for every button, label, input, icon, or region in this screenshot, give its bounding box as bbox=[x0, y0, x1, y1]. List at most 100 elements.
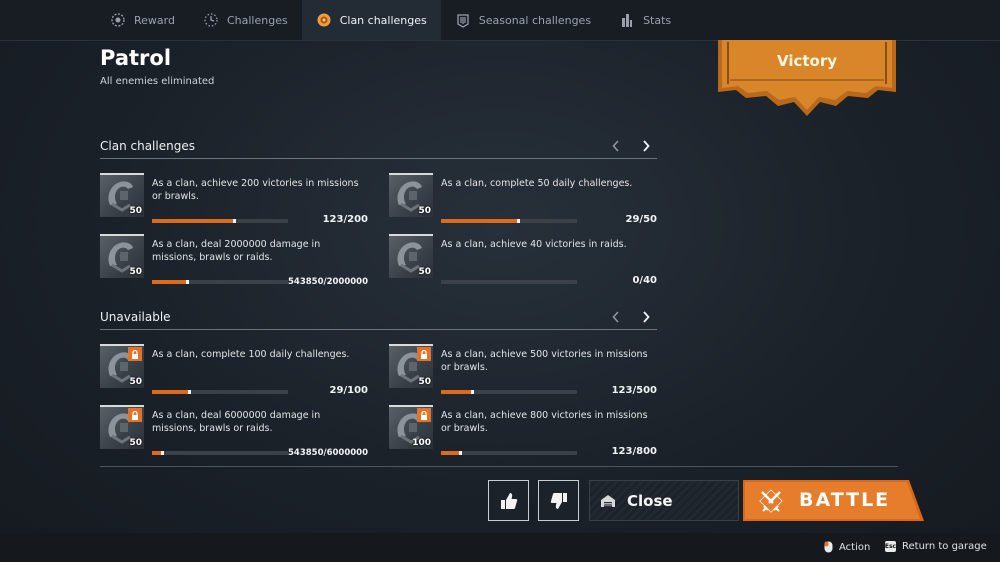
like-button[interactable] bbox=[488, 480, 529, 521]
challenge-thumbnail: 50 bbox=[389, 234, 433, 278]
challenge-description: As a clan, complete 50 daily challenges. bbox=[441, 178, 633, 189]
challenge-level: 50 bbox=[129, 206, 142, 216]
mission-title: Patrol bbox=[100, 46, 172, 70]
clan-challenges-header: Clan challenges bbox=[100, 137, 657, 159]
challenge-progress-bar bbox=[152, 219, 288, 223]
progress-fill bbox=[152, 280, 189, 284]
chevron-right-icon bbox=[643, 140, 650, 152]
progress-tip bbox=[459, 451, 462, 455]
challenge-progress-text: 543850/2000000 bbox=[288, 277, 368, 287]
stats-icon bbox=[619, 12, 635, 28]
challenge-card[interactable]: 50 As a clan, achieve 40 victories in ra… bbox=[389, 234, 657, 290]
challenge-description: As a clan, achieve 40 victories in raids… bbox=[441, 239, 627, 250]
challenge-progress-bar bbox=[441, 280, 577, 284]
challenge-level: 50 bbox=[129, 377, 142, 387]
challenge-progress-text: 543850/6000000 bbox=[288, 448, 368, 458]
challenge-thumbnail: 50 bbox=[100, 405, 144, 449]
battle-button[interactable]: BATTLE bbox=[743, 480, 924, 521]
victory-banner: Victory bbox=[718, 40, 896, 120]
challenge-level: 100 bbox=[412, 438, 431, 448]
lock-badge bbox=[417, 347, 431, 361]
tab-seasonal-challenges-label: Seasonal challenges bbox=[478, 13, 592, 27]
result-label: Victory bbox=[776, 52, 838, 70]
dislike-button[interactable] bbox=[538, 480, 579, 521]
challenge-thumbnail: 100 bbox=[389, 405, 433, 449]
footer-bar: Action Esc Return to garage bbox=[0, 533, 1000, 562]
challenge-description: As a clan, deal 6000000 damage in missio… bbox=[152, 410, 321, 434]
mission-subtitle: All enemies eliminated bbox=[100, 76, 215, 87]
lock-badge bbox=[417, 408, 431, 422]
challenge-progress-bar bbox=[441, 451, 577, 455]
challenge-thumbnail: 50 bbox=[389, 344, 433, 388]
unavailable-heading: Unavailable bbox=[100, 310, 171, 324]
progress-fill bbox=[441, 390, 474, 394]
progress-fill bbox=[441, 219, 520, 223]
challenge-card[interactable]: 50 As a clan, complete 100 daily challen… bbox=[100, 344, 368, 400]
tab-challenges[interactable]: Challenges bbox=[189, 0, 302, 40]
challenges-icon bbox=[203, 12, 219, 28]
close-label: Close bbox=[627, 492, 673, 510]
tab-challenges-label: Challenges bbox=[226, 13, 288, 27]
lock-icon bbox=[421, 349, 427, 359]
challenge-progress-bar bbox=[441, 219, 577, 223]
challenge-thumbnail: 50 bbox=[100, 344, 144, 388]
challenge-level: 50 bbox=[129, 438, 142, 448]
tab-seasonal-challenges[interactable]: Seasonal challenges bbox=[441, 0, 605, 40]
chevron-left-icon bbox=[612, 140, 619, 152]
crossed-swords-icon bbox=[759, 489, 783, 513]
tab-stats[interactable]: Stats bbox=[605, 0, 685, 40]
challenge-card[interactable]: 50 As a clan, complete 50 daily challeng… bbox=[389, 173, 657, 229]
challenge-progress-text: 123/200 bbox=[322, 214, 368, 225]
clan-challenges-icon bbox=[316, 12, 332, 28]
chevron-right-icon bbox=[643, 311, 650, 323]
unavailable-prev-arrow[interactable] bbox=[609, 308, 623, 326]
progress-fill bbox=[152, 390, 191, 394]
challenge-thumbnail: 50 bbox=[100, 173, 144, 217]
lock-icon bbox=[132, 410, 138, 420]
return-hint[interactable]: Esc Return to garage bbox=[885, 541, 987, 552]
challenge-description: As a clan, achieve 200 victories in miss… bbox=[152, 178, 359, 202]
lock-badge bbox=[128, 408, 142, 422]
challenge-progress-text: 29/100 bbox=[329, 385, 368, 396]
reward-icon bbox=[110, 12, 126, 28]
return-hint-label: Return to garage bbox=[902, 541, 987, 552]
tab-stats-label: Stats bbox=[643, 13, 672, 27]
challenge-progress-bar bbox=[441, 390, 577, 394]
close-button[interactable]: Close bbox=[589, 480, 739, 521]
challenge-level: 50 bbox=[418, 267, 431, 277]
chevron-left-icon bbox=[612, 311, 619, 323]
lock-icon bbox=[132, 349, 138, 359]
action-hint-label: Action bbox=[839, 541, 871, 553]
clan-next-arrow[interactable] bbox=[639, 137, 653, 155]
tab-reward-label: Reward bbox=[134, 13, 175, 27]
thumbs-up-icon bbox=[500, 492, 517, 509]
challenge-card[interactable]: 50 As a clan, deal 2000000 damage in mis… bbox=[100, 234, 368, 290]
tab-reward[interactable]: Reward bbox=[96, 0, 189, 40]
challenge-progress-bar bbox=[152, 390, 288, 394]
tab-clan-challenges-label: Clan challenges bbox=[339, 13, 427, 27]
challenge-progress-text: 0/40 bbox=[632, 275, 657, 286]
challenge-thumbnail: 50 bbox=[100, 234, 144, 278]
challenge-card[interactable]: 100 As a clan, achieve 800 victories in … bbox=[389, 405, 657, 461]
progress-tip bbox=[186, 280, 189, 284]
challenge-description: As a clan, achieve 500 victories in miss… bbox=[441, 349, 648, 373]
action-hint[interactable]: Action bbox=[824, 541, 870, 553]
clan-challenges-heading: Clan challenges bbox=[100, 139, 195, 153]
unavailable-next-arrow[interactable] bbox=[639, 308, 653, 326]
challenge-card[interactable]: 50 As a clan, achieve 200 victories in m… bbox=[100, 173, 368, 229]
challenge-level: 50 bbox=[129, 267, 142, 277]
tab-clan-challenges[interactable]: Clan challenges bbox=[301, 0, 441, 40]
progress-fill bbox=[152, 219, 236, 223]
top-nav: Reward Challenges Clan challenges Season… bbox=[0, 0, 1000, 41]
challenge-description: As a clan, complete 100 daily challenges… bbox=[152, 349, 350, 360]
lock-badge bbox=[128, 347, 142, 361]
challenge-level: 50 bbox=[418, 377, 431, 387]
clan-prev-arrow[interactable] bbox=[609, 137, 623, 155]
lock-icon bbox=[421, 410, 427, 420]
unavailable-header: Unavailable bbox=[100, 308, 657, 330]
mouse-icon bbox=[824, 541, 833, 553]
bottom-divider bbox=[100, 466, 898, 467]
challenge-card[interactable]: 50 As a clan, deal 6000000 damage in mis… bbox=[100, 405, 368, 461]
challenge-progress-text: 29/50 bbox=[625, 214, 657, 225]
challenge-card[interactable]: 50 As a clan, achieve 500 victories in m… bbox=[389, 344, 657, 400]
